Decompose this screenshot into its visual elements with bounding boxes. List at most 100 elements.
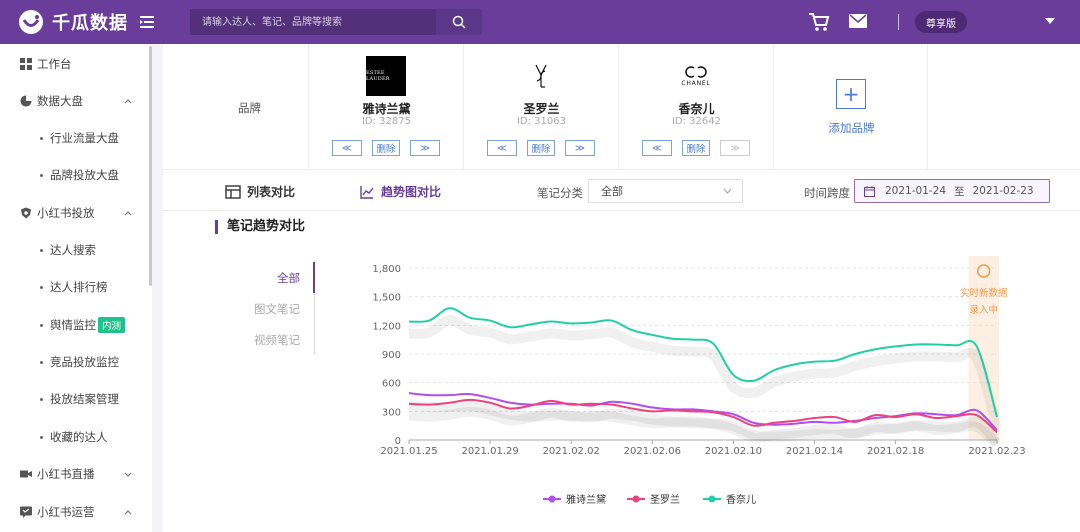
brand-logo-chanel: CHANEL — [676, 56, 716, 96]
legend-label: 圣罗兰 — [650, 493, 680, 506]
sidebar-item-label: 行业流量大盘 — [50, 131, 119, 145]
brand-card: ESTEE LAUDER 雅诗兰黛 ID: 32875 ≪ 删除 ≫ — [308, 44, 463, 170]
add-brand-label: 添加品牌 — [828, 121, 875, 135]
sidebar-item-industry-traffic[interactable]: 行业流量大盘 — [0, 128, 148, 148]
x-tick-label: 2021.01.29 — [461, 446, 518, 457]
date-end: 2021-02-23 — [972, 185, 1034, 197]
add-brand-card[interactable]: + 添加品牌 — [773, 44, 928, 170]
move-left-button[interactable]: ≪ — [487, 140, 517, 156]
sidebar: 工作台 数据大盘 行业流量大盘 品牌投放大盘 小红书投放 达人搜索 达人排行榜 … — [0, 44, 152, 532]
search-box — [190, 9, 482, 35]
user-dropdown-icon[interactable] — [1045, 18, 1055, 24]
brand-actions: ≪ 删除 ≫ — [642, 140, 752, 156]
sidebar-item-kol-ranking[interactable]: 达人排行榜 — [0, 277, 148, 297]
edition-badge[interactable]: 尊享版 — [915, 11, 967, 33]
sidebar-item-dashboard[interactable]: 数据大盘 — [0, 91, 148, 111]
subtab-video-notes[interactable]: 视频笔记 — [254, 332, 300, 348]
plus-icon: + — [836, 79, 866, 109]
chevron-up-icon — [124, 211, 132, 216]
x-tick-label: 2021.02.10 — [705, 446, 762, 457]
sidebar-item-label: 小红书投放 — [37, 206, 95, 220]
move-right-button[interactable]: ≫ — [720, 140, 750, 156]
sidebar-item-competitor-monitor[interactable]: 竞品投放监控 — [0, 352, 148, 372]
y-tick-label: 600 — [382, 379, 401, 390]
brand-logo-text: CHANEL — [681, 80, 711, 87]
sidebar-item-saved-kols[interactable]: 收藏的达人 — [0, 427, 148, 447]
bullet-dot — [40, 324, 43, 327]
delete-brand-button[interactable]: 删除 — [372, 140, 400, 156]
brand-actions: ≪ 删除 ≫ — [332, 140, 442, 156]
sidebar-item-brand-placement[interactable]: 品牌投放大盘 — [0, 165, 148, 185]
sidebar-item-xhs-placement[interactable]: 小红书投放 — [0, 203, 148, 223]
tab-list-compare[interactable]: 列表对比 — [225, 183, 295, 200]
note-type-tabs: 全部 图文笔记 视频笔记 — [249, 262, 315, 354]
y-tick-label: 1,200 — [372, 321, 401, 332]
move-right-button[interactable]: ≫ — [565, 140, 595, 156]
shield-icon — [21, 207, 31, 219]
trend-chart: 03006009001,2001,5001,8002021.01.25 2021.… — [372, 256, 1026, 506]
series-shadow — [408, 406, 1001, 449]
chat-icon — [20, 506, 32, 518]
brand-id: ID: 32875 — [361, 116, 411, 127]
bullet-dot — [40, 286, 43, 289]
sidebar-item-label: 品牌投放大盘 — [50, 168, 119, 182]
brand-card: 圣罗兰 ID: 31063 ≪ 删除 ≫ — [463, 44, 618, 170]
move-right-button[interactable]: ≫ — [410, 140, 440, 156]
app-logo[interactable]: 千瓜数据 — [18, 9, 128, 35]
bullet-dot — [40, 174, 43, 177]
tab-trend-compare[interactable]: 趋势图对比 — [359, 183, 441, 200]
cart-icon[interactable] — [808, 12, 830, 32]
category-select[interactable]: 全部 — [588, 179, 743, 203]
sidebar-item-label: 舆情监控 — [50, 318, 96, 332]
sidebar-scrollbar[interactable] — [149, 46, 152, 286]
category-value: 全部 — [601, 185, 623, 198]
brand-logo-estee-lauder: ESTEE LAUDER — [366, 56, 406, 96]
brand-name: 香奈儿 — [678, 102, 715, 116]
grid-icon — [20, 58, 32, 70]
ysl-logo-icon — [535, 64, 547, 88]
brand-row: 品牌 ESTEE LAUDER 雅诗兰黛 ID: 32875 ≪ 删除 ≫ 圣罗… — [163, 44, 1080, 170]
sidebar-item-xhs-operations[interactable]: 小红书运营 — [0, 502, 148, 522]
chevron-up-icon — [124, 510, 132, 515]
sidebar-item-xhs-live[interactable]: 小红书直播 — [0, 464, 148, 484]
sidebar-item-case-management[interactable]: 投放结案管理 — [0, 389, 148, 409]
pie-chart-icon — [20, 95, 32, 107]
search-button[interactable] — [436, 9, 482, 35]
date-range-picker[interactable]: 2021-01-24 至 2021-02-23 — [854, 179, 1050, 203]
bullet-dot — [40, 398, 43, 401]
filter-row: 列表对比 趋势图对比 笔记分类 全部 时间跨度 2021-01-24 至 202… — [163, 171, 1080, 211]
bullet-dot — [40, 137, 43, 140]
subtab-image-notes[interactable]: 图文笔记 — [254, 301, 300, 317]
menu-toggle-icon[interactable] — [138, 13, 156, 31]
x-tick-label: 2021.02.14 — [786, 446, 843, 457]
line-chart-icon — [360, 185, 374, 199]
subtab-all[interactable]: 全部 — [277, 270, 300, 286]
brand-logo-text: ESTEE LAUDER — [366, 70, 390, 82]
mail-icon[interactable] — [849, 14, 867, 28]
sidebar-item-sentiment-monitor[interactable]: 舆情监控 内测 — [0, 315, 148, 335]
x-tick-label: 2021.02.23 — [968, 446, 1025, 457]
logo-mark-icon — [19, 10, 43, 34]
move-left-button[interactable]: ≪ — [332, 140, 362, 156]
delete-brand-button[interactable]: 删除 — [527, 140, 555, 156]
top-bar: 千瓜数据 尊享版 — [0, 0, 1080, 44]
tab-label: 列表对比 — [247, 185, 296, 199]
legend-marker — [632, 495, 640, 503]
date-separator: 至 — [954, 185, 965, 198]
y-tick-label: 1,800 — [372, 264, 401, 275]
x-tick-label: 2021.02.06 — [624, 446, 681, 457]
x-tick-label: 2021.01.25 — [380, 446, 437, 457]
delete-brand-button[interactable]: 删除 — [682, 140, 710, 156]
sidebar-item-label: 小红书直播 — [37, 467, 95, 481]
sidebar-item-label: 达人搜索 — [50, 243, 96, 257]
brand-id: ID: 32642 — [671, 116, 721, 127]
brand-actions: ≪ 删除 ≫ — [487, 140, 597, 156]
sidebar-item-kol-search[interactable]: 达人搜索 — [0, 240, 148, 260]
main-panel: 品牌 ESTEE LAUDER 雅诗兰黛 ID: 32875 ≪ 删除 ≫ 圣罗… — [163, 44, 1080, 532]
search-input[interactable] — [190, 9, 436, 35]
sidebar-item-workbench[interactable]: 工作台 — [0, 54, 148, 74]
y-tick-label: 300 — [382, 407, 401, 418]
realtime-label: 实时新数据 — [960, 287, 1008, 299]
move-left-button[interactable]: ≪ — [642, 140, 672, 156]
section-title: 笔记趋势对比 — [215, 220, 305, 234]
